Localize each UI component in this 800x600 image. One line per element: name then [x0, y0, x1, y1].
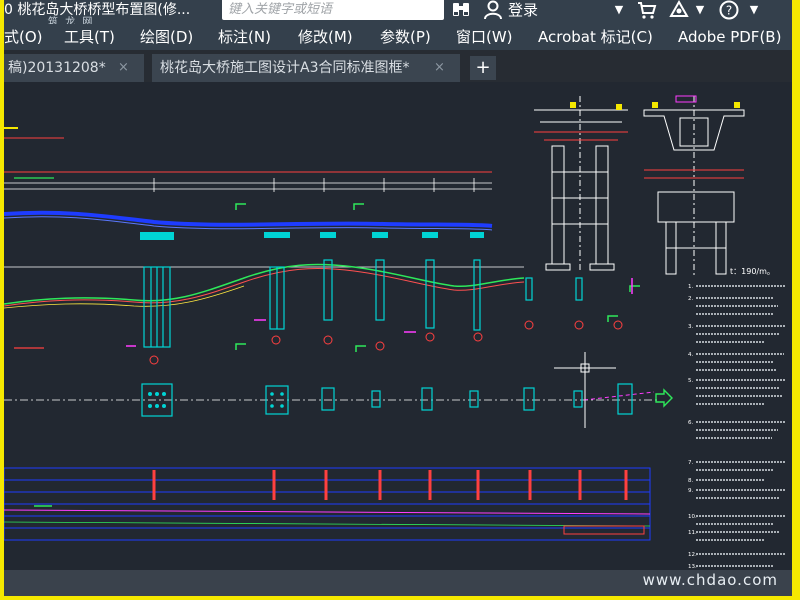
document-tab-bar: 稿)20131208* × 桃花岛大桥施工图设计A3合同标准图框* ×: [4, 50, 792, 82]
note-5: 5.: [688, 378, 693, 384]
tab-drawing-2[interactable]: 桃花岛大桥施工图设计A3合同标准图框* ×: [152, 54, 460, 82]
search-box[interactable]: [222, 0, 444, 20]
menu-bar: 式(O) 工具(T) 绘图(D) 标注(N) 修改(M) 参数(P) 窗口(W)…: [4, 24, 792, 50]
menu-dimension[interactable]: 标注(N): [218, 24, 271, 50]
note-2: 2.: [688, 296, 693, 302]
menu-acrobat-markup[interactable]: Acrobat 标记(C): [538, 24, 653, 50]
close-icon[interactable]: ×: [434, 54, 445, 82]
note-11: 11.: [688, 530, 697, 536]
note-text-lines: [696, 285, 786, 567]
direction-arrow-icon: [655, 388, 673, 408]
dropdown-arrow-icon[interactable]: ▼: [612, 0, 626, 22]
site-watermark: www.chdao.com: [642, 571, 778, 589]
cad-crosshair: [554, 352, 616, 428]
exchange-icon[interactable]: [668, 0, 690, 22]
menu-format[interactable]: 式(O): [4, 24, 43, 50]
cart-icon[interactable]: [636, 0, 658, 22]
menu-adobe-pdf[interactable]: Adobe PDF(B): [678, 24, 781, 50]
bridge-drawing: t：190/m。 1. 2. 3. 4. 5. 6. 7. 8. 9. 10. …: [4, 95, 786, 570]
tab-label: 桃花岛大桥施工图设计A3合同标准图框*: [160, 60, 410, 76]
deck-line: [4, 210, 493, 228]
help-icon[interactable]: ?: [718, 0, 740, 22]
window-title: 0 桃花岛大桥桥型布置图(修...: [4, 2, 191, 18]
menu-draw[interactable]: 绘图(D): [140, 24, 193, 50]
cross-section-left: [534, 96, 628, 272]
login-link[interactable]: 登录: [508, 0, 538, 20]
title-bar: 0 桃花岛大桥桥型布置图(修... 筑 龙 网 登录 ▼ ▼ ? ▼: [4, 0, 792, 28]
dimension-ticks: [153, 178, 475, 192]
user-icon[interactable]: [482, 0, 504, 22]
cad-window: 0 桃花岛大桥桥型布置图(修... 筑 龙 网 登录 ▼ ▼ ? ▼ 式(O) …: [4, 0, 792, 596]
close-icon[interactable]: ×: [118, 54, 129, 82]
tab-drawing-1[interactable]: 稿)20131208* ×: [4, 54, 144, 82]
menu-modify[interactable]: 修改(M): [298, 24, 353, 50]
note-1: 1.: [688, 284, 693, 290]
exchange-dropdown-icon[interactable]: ▼: [694, 0, 706, 22]
note-12: 12.: [688, 552, 697, 558]
piers: [143, 259, 583, 348]
note-7: 7.: [688, 460, 693, 466]
binoculars-icon[interactable]: [450, 0, 472, 22]
menu-parametric[interactable]: 参数(P): [380, 24, 431, 50]
menu-window[interactable]: 窗口(W): [456, 24, 513, 50]
menu-tools[interactable]: 工具(T): [64, 24, 115, 50]
svg-text:?: ?: [726, 4, 732, 18]
pier-number-markers: [149, 320, 623, 365]
ground-line-red: [4, 268, 525, 307]
ground-line-green: [4, 263, 525, 305]
cross-section-right: [643, 96, 745, 278]
tab-label: 稿)20131208*: [8, 60, 106, 76]
note-top: t：190/m。: [730, 267, 775, 276]
pier-caps: [140, 232, 484, 240]
note-9: 9.: [688, 488, 693, 494]
note-8: 8.: [688, 478, 693, 484]
dimension-lines: [4, 137, 492, 190]
new-tab-button[interactable]: +: [470, 56, 496, 80]
note-4: 4.: [688, 352, 693, 358]
design-notes: t：190/m。 1. 2. 3. 4. 5. 6. 7. 8. 9. 10. …: [688, 267, 775, 570]
help-dropdown-icon[interactable]: ▼: [748, 0, 760, 22]
note-6: 6.: [688, 420, 693, 426]
note-3: 3.: [688, 324, 693, 330]
drawing-canvas[interactable]: t：190/m。 1. 2. 3. 4. 5. 6. 7. 8. 9. 10. …: [4, 82, 792, 570]
table-red-labels: [152, 470, 628, 500]
search-input[interactable]: [228, 0, 438, 18]
note-10: 10.: [688, 514, 697, 520]
